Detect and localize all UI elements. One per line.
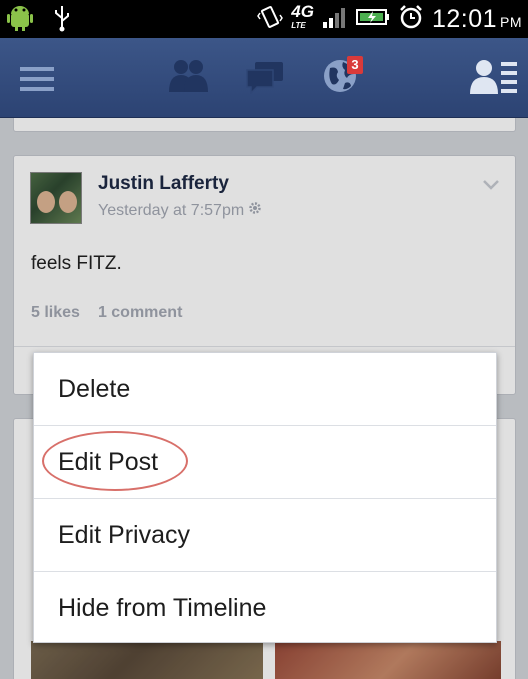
usb-icon [52,4,72,37]
network-indicator: 4G LTE [291,2,314,30]
friends-list-icon[interactable] [470,58,518,101]
menu-item-edit-privacy[interactable]: Edit Privacy [34,499,496,572]
friend-requests-icon[interactable] [168,58,210,99]
alarm-icon [398,4,424,35]
menu-icon[interactable] [20,66,54,97]
facebook-nav-bar: 3 [0,38,528,118]
clock: 12:01 PM [431,4,522,33]
android-icon [6,4,34,37]
vibrate-icon [257,4,284,35]
battery-icon [355,7,390,32]
menu-item-hide-from-timeline[interactable]: Hide from Timeline [34,572,496,645]
status-bar: 4G LTE 12:01 PM [0,0,528,38]
signal-icon [322,6,348,33]
menu-item-delete[interactable]: Delete [34,353,496,426]
highlight-circle [42,431,188,491]
notification-badge: 3 [347,56,363,74]
post-options-menu: Delete Edit Post Edit Privacy Hide from … [33,352,497,643]
messages-icon[interactable] [245,60,285,99]
menu-item-edit-post[interactable]: Edit Post [34,426,496,499]
